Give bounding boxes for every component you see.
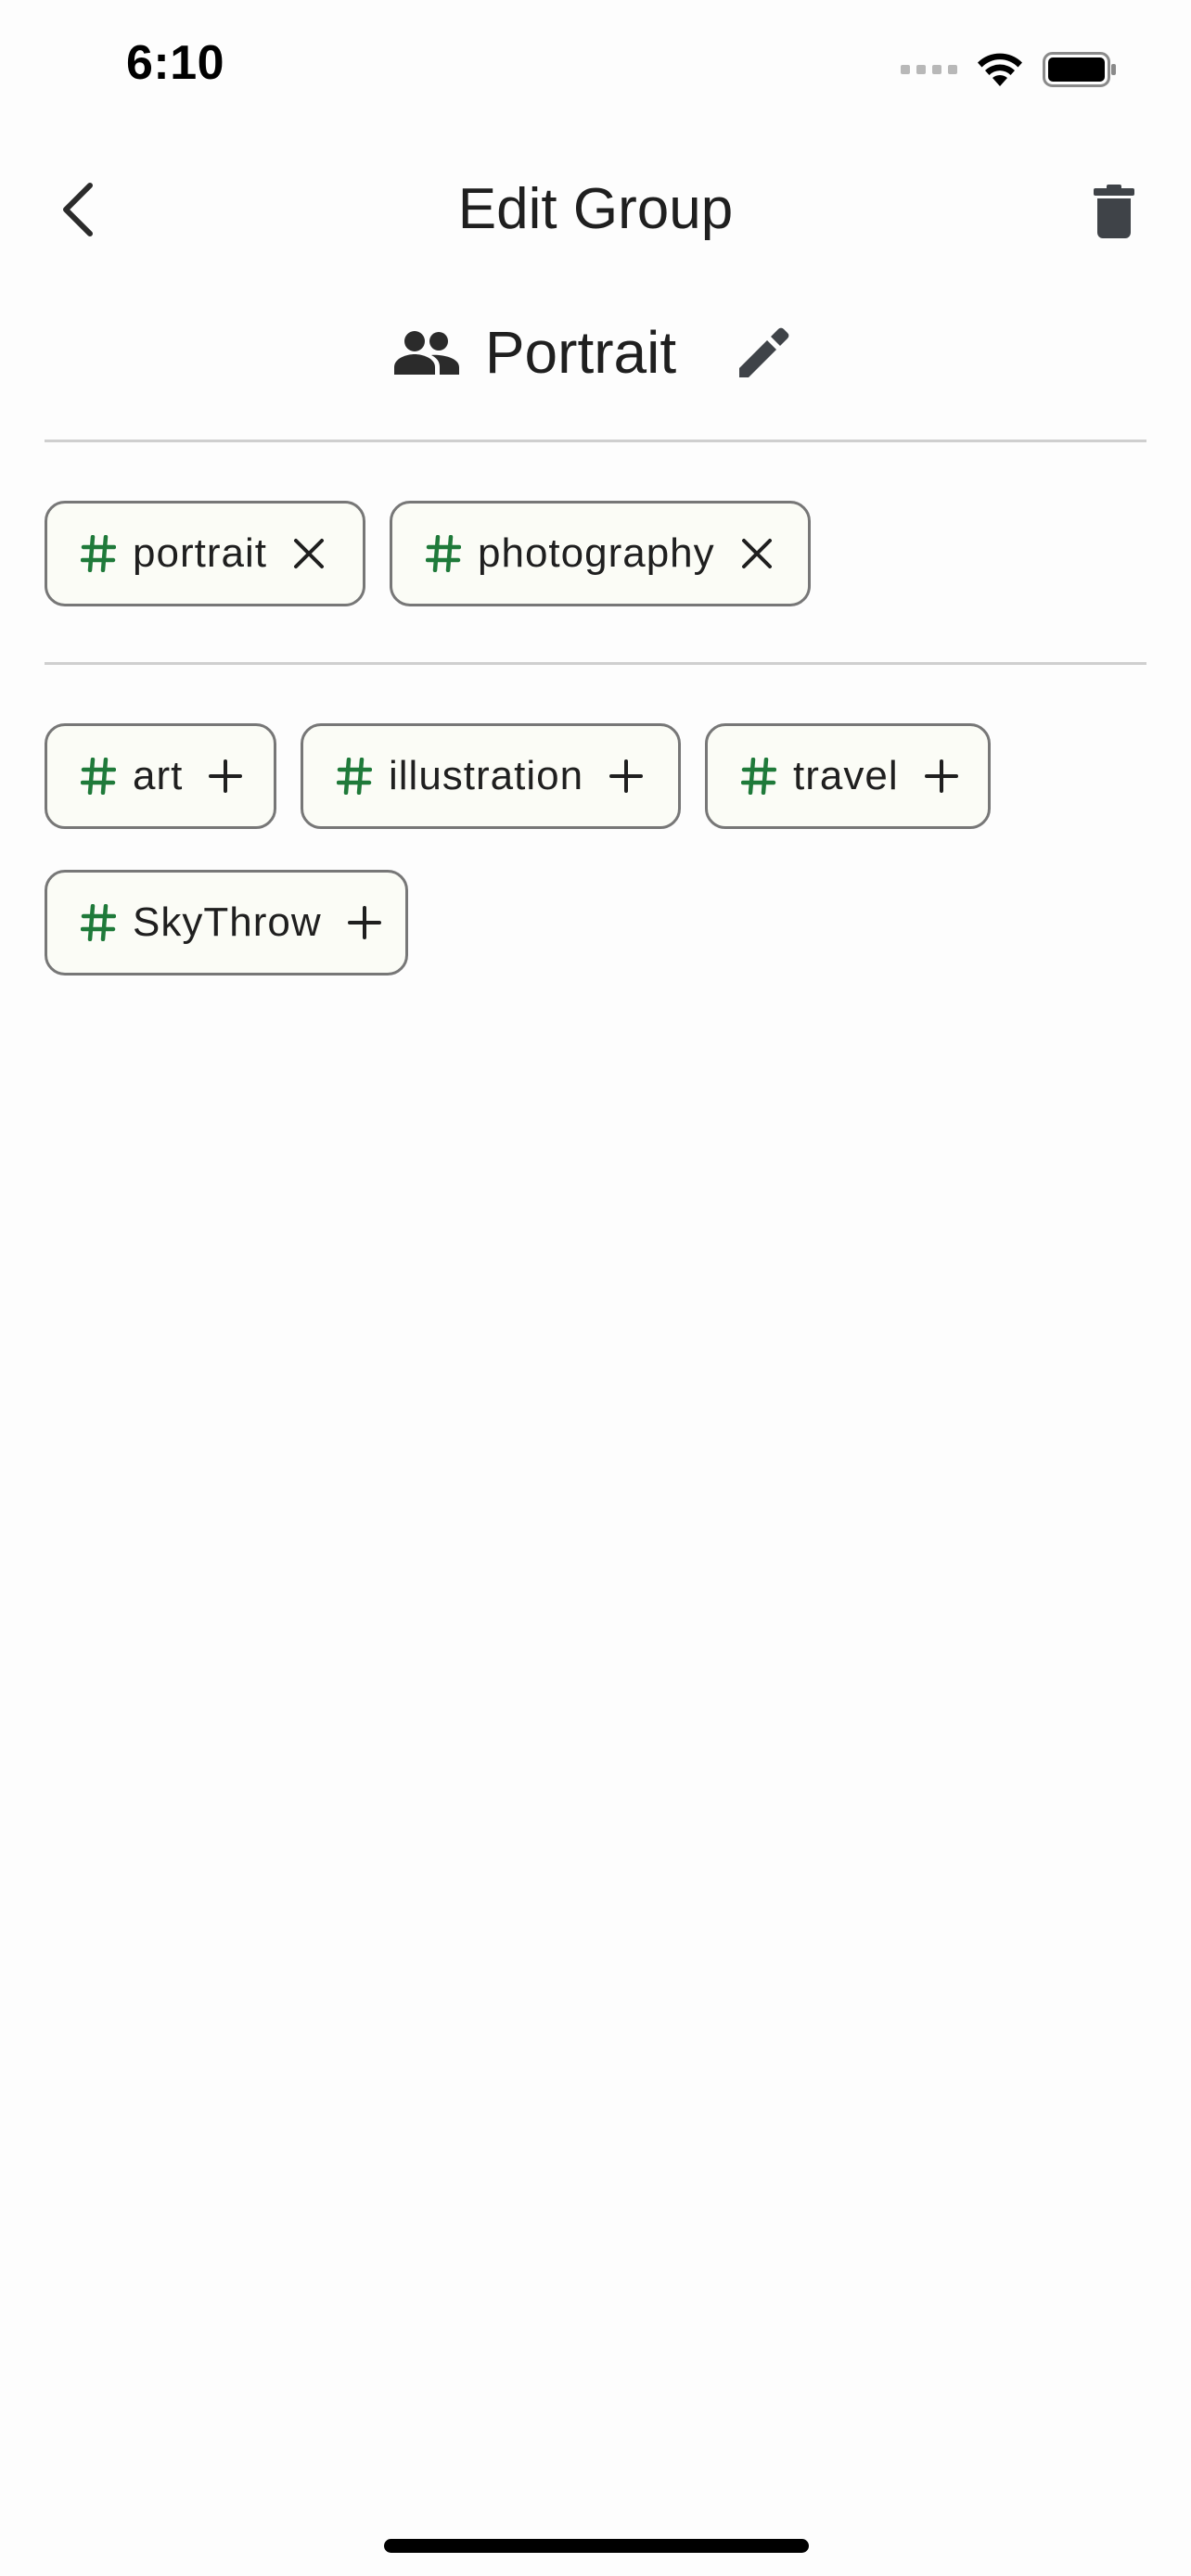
tag-label: art [133,753,184,798]
close-icon [741,539,772,568]
battery-icon [1043,52,1116,87]
selected-tag-chip[interactable]: photography [390,501,811,606]
available-tag-chip[interactable]: travel [705,723,991,829]
available-tag-chip[interactable]: SkyThrow [45,870,408,976]
pencil-icon [739,327,789,377]
add-tag-button[interactable] [209,759,243,793]
people-icon [393,330,459,375]
divider [45,440,1146,442]
remove-tag-button[interactable] [741,538,773,569]
available-tag-chip[interactable]: art [45,723,276,829]
status-icons [901,46,1117,93]
delete-group-button[interactable] [1082,176,1146,247]
hash-icon [81,904,116,941]
tag-label: portrait [133,530,267,576]
nav-bar: Edit Group [0,139,1191,278]
status-bar: 6:10 [0,0,1191,139]
trash-icon [1094,185,1134,238]
page-title: Edit Group [457,177,734,241]
add-tag-button[interactable] [924,759,958,793]
edit-group-name-button[interactable] [732,320,797,385]
remove-tag-button[interactable] [293,538,325,569]
plus-icon [209,759,243,793]
cellular-signal-icon [901,65,957,74]
tag-label: photography [478,530,715,576]
selected-tags: portrait photography [45,501,1146,606]
add-tag-button[interactable] [347,906,381,939]
hash-icon [81,758,116,795]
available-tags: art illustration travel SkyThrow [45,723,1111,976]
divider [45,662,1146,665]
plus-icon [609,759,644,793]
status-time: 6:10 [126,36,225,90]
add-tag-button[interactable] [609,759,644,793]
hash-icon [337,758,372,795]
tag-label: SkyThrow [133,899,322,945]
tag-label: travel [793,753,899,798]
tag-label: illustration [389,753,584,798]
hash-icon [81,535,116,572]
plus-icon [924,759,958,793]
selected-tag-chip[interactable]: portrait [45,501,365,606]
hash-icon [426,535,461,572]
available-tag-chip[interactable]: illustration [301,723,681,829]
plus-icon [347,906,381,939]
wifi-icon [978,53,1022,86]
group-header: Portrait [0,306,1191,399]
group-name: Portrait [484,319,677,386]
close-icon [293,539,324,568]
hash-icon [741,758,776,795]
home-indicator[interactable] [384,2539,809,2553]
